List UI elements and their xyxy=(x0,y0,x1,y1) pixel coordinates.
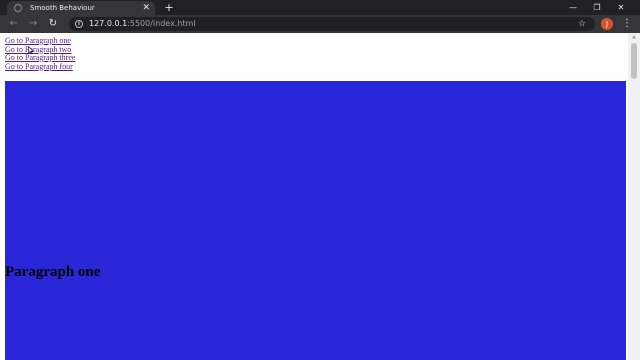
reload-icon: ↻ xyxy=(48,18,58,29)
mouse-cursor-icon xyxy=(28,46,34,54)
forward-button[interactable]: → xyxy=(26,16,40,32)
minimize-button[interactable]: — xyxy=(562,0,584,15)
restore-icon: ❐ xyxy=(593,3,601,12)
close-icon: ✕ xyxy=(617,3,625,12)
new-tab-button[interactable]: + xyxy=(163,0,175,15)
globe-icon xyxy=(14,4,22,12)
close-icon[interactable]: ✕ xyxy=(142,2,150,14)
url-text[interactable]: 127.0.0.1:5500/index.html xyxy=(89,17,196,31)
arrow-right-icon: → xyxy=(28,18,38,29)
more-menu-icon[interactable]: ⋮ xyxy=(622,16,632,32)
scroll-thumb[interactable] xyxy=(631,43,637,79)
reload-button[interactable]: ↻ xyxy=(46,16,60,32)
page-viewport: Go to Paragraph one Go to Paragraph two … xyxy=(0,33,628,360)
back-button[interactable]: ← xyxy=(7,16,21,32)
link-list: Go to Paragraph one Go to Paragraph two … xyxy=(5,36,75,72)
browser-toolbar: ← → ↻ i 127.0.0.1:5500/index.html ☆ J ⋮ xyxy=(0,15,640,33)
section-heading: Paragraph one xyxy=(5,264,101,280)
tab-title: Smooth Behaviour xyxy=(30,4,95,12)
url-host: 127.0.0.1 xyxy=(89,19,128,28)
star-icon[interactable]: ☆ xyxy=(578,17,586,31)
info-icon[interactable]: i xyxy=(75,20,83,28)
plus-icon: + xyxy=(164,1,174,14)
profile-avatar[interactable]: J xyxy=(601,18,613,30)
minimize-icon: — xyxy=(569,3,577,12)
tab-strip: Smooth Behaviour ✕ + — ❐ ✕ xyxy=(0,0,640,15)
scroll-up-arrow-icon[interactable]: ▲ xyxy=(628,33,640,42)
restore-button[interactable]: ❐ xyxy=(586,0,608,15)
close-window-button[interactable]: ✕ xyxy=(610,0,632,15)
link-paragraph-four[interactable]: Go to Paragraph four xyxy=(5,62,75,72)
page-scrollbar[interactable]: ▲ xyxy=(628,33,640,360)
paragraph-one-section: Paragraph one xyxy=(5,81,626,360)
url-path: :5500/index.html xyxy=(127,19,196,28)
browser-tab[interactable]: Smooth Behaviour ✕ xyxy=(7,1,155,15)
arrow-left-icon: ← xyxy=(9,18,19,29)
address-bar[interactable]: i 127.0.0.1:5500/index.html ☆ xyxy=(69,17,595,31)
